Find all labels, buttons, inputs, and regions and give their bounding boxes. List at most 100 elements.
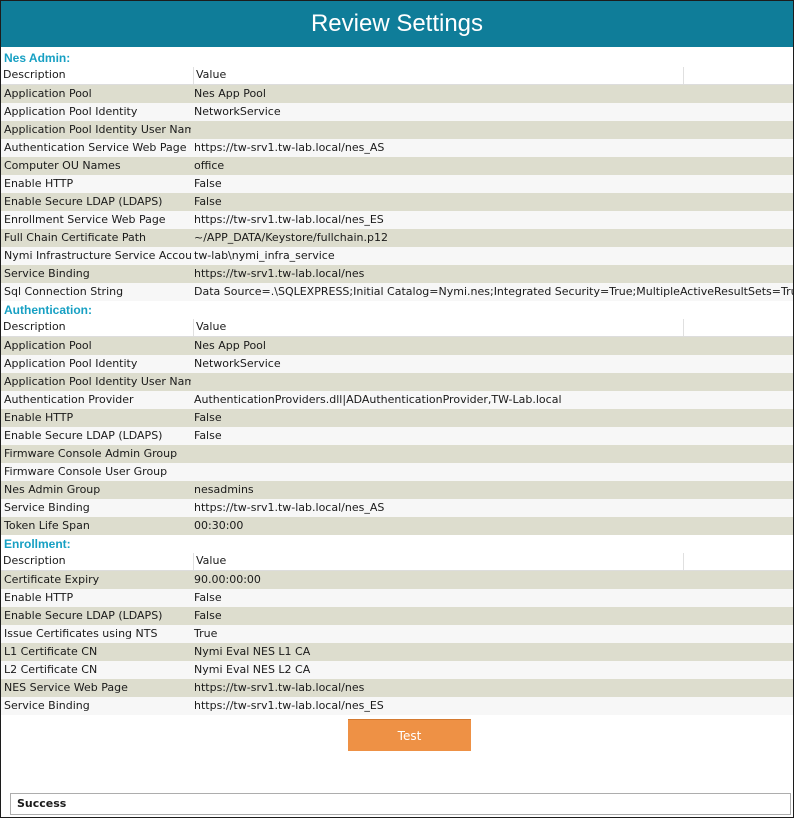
setting-description: Certificate Expiry	[4, 573, 100, 586]
setting-row[interactable]: Nymi Infrastructure Service Account tw-la…	[1, 247, 793, 265]
authentication-grid[interactable]: Description Value Application Pool Nes App …	[1, 319, 793, 535]
action-area: Test	[1, 715, 793, 759]
setting-description: Sql Connection String	[4, 285, 124, 298]
setting-description: Issue Certificates using NTS	[4, 627, 158, 640]
setting-row[interactable]: Application Pool Identity User Name	[1, 121, 793, 139]
enrollment-grid[interactable]: Description Value Certificate Expiry 90.00:…	[1, 553, 793, 715]
setting-row[interactable]: Application Pool Identity NetworkService	[1, 103, 793, 121]
setting-description: Application Pool Identity User Name	[4, 375, 191, 388]
setting-row[interactable]: Authentication Service Web Page https://t…	[1, 139, 793, 157]
setting-description: Application Pool Identity	[4, 105, 138, 118]
enrollment-section-title: Enrollment:	[4, 537, 71, 551]
setting-description: Service Binding	[4, 267, 90, 280]
setting-value: NetworkService	[194, 105, 281, 118]
setting-description: Nes Admin Group	[4, 483, 101, 496]
setting-description: Firmware Console Admin Group	[4, 447, 178, 460]
setting-row[interactable]: Service Binding https://tw-srv1.tw-lab.lo…	[1, 499, 793, 517]
setting-value: False	[194, 177, 222, 190]
setting-row[interactable]: Application Pool Identity User Name	[1, 373, 793, 391]
setting-row[interactable]: Certificate Expiry 90.00:00:00	[1, 571, 793, 589]
setting-row[interactable]: NES Service Web Page https://tw-srv1.tw-l…	[1, 679, 793, 697]
setting-row[interactable]: Authentication Provider AuthenticationPro…	[1, 391, 793, 409]
setting-row[interactable]: Firmware Console Admin Group	[1, 445, 793, 463]
setting-description: Enable Secure LDAP (LDAPS)	[4, 195, 163, 208]
authentication-section-title: Authentication:	[4, 303, 92, 317]
setting-row[interactable]: Token Life Span 00:30:00	[1, 517, 793, 535]
setting-description: Authentication Service Web Page	[4, 141, 187, 154]
setting-row[interactable]: Enrollment Service Web Page https://tw-sr…	[1, 211, 793, 229]
setting-value: False	[194, 609, 222, 622]
column-header-value[interactable]: Value	[193, 553, 683, 570]
setting-description: Authentication Provider	[4, 393, 134, 406]
setting-row[interactable]: L1 Certificate CN Nymi Eval NES L1 CA	[1, 643, 793, 661]
setting-description: Enable Secure LDAP (LDAPS)	[4, 429, 163, 442]
grid-header: Description Value	[1, 67, 793, 85]
setting-description: Enable HTTP	[4, 411, 74, 424]
setting-row[interactable]: Computer OU Names office	[1, 157, 793, 175]
column-header-value[interactable]: Value	[193, 67, 683, 84]
setting-value: office	[194, 159, 225, 172]
setting-description: Computer OU Names	[4, 159, 121, 172]
setting-row[interactable]: L2 Certificate CN Nymi Eval NES L2 CA	[1, 661, 793, 679]
setting-row[interactable]: Enable HTTP False	[1, 409, 793, 427]
authentication-section: Authentication: Description Value Applicati…	[1, 301, 793, 535]
setting-row[interactable]: Enable Secure LDAP (LDAPS) False	[1, 607, 793, 625]
setting-row[interactable]: Application Pool Identity NetworkService	[1, 355, 793, 373]
setting-value: 90.00:00:00	[194, 573, 261, 586]
grid-header: Description Value	[1, 319, 793, 337]
enrollment-section: Enrollment: Description Value Certificate E…	[1, 535, 793, 715]
setting-row[interactable]: Nes Admin Group nesadmins	[1, 481, 793, 499]
column-header-filler	[683, 67, 793, 84]
setting-description: Enrollment Service Web Page	[4, 213, 166, 226]
setting-value: Nymi Eval NES L1 CA	[194, 645, 311, 658]
setting-description: NES Service Web Page	[4, 681, 128, 694]
setting-value	[191, 463, 793, 481]
setting-description: Enable Secure LDAP (LDAPS)	[4, 609, 163, 622]
setting-row[interactable]: Issue Certificates using NTS True	[1, 625, 793, 643]
setting-description: Enable HTTP	[4, 177, 74, 190]
test-button[interactable]: Test	[348, 719, 471, 751]
column-header-description[interactable]: Description	[1, 553, 193, 570]
setting-description: Firmware Console User Group	[4, 465, 168, 478]
setting-description: Service Binding	[4, 699, 90, 712]
setting-value: https://tw-srv1.tw-lab.local/nes_AS	[194, 501, 385, 514]
status-box: Success	[10, 793, 791, 815]
setting-description: L2 Certificate CN	[4, 663, 98, 676]
settings-content: Nes Admin: Description Value Application Po…	[1, 49, 793, 759]
setting-description: Application Pool	[4, 339, 92, 352]
nes-admin-grid[interactable]: Description Value Application Pool Nes App …	[1, 67, 793, 301]
setting-row[interactable]: Sql Connection String Data Source=.\SQLEX…	[1, 283, 793, 301]
setting-row[interactable]: Application Pool Nes App Pool	[1, 85, 793, 103]
setting-row[interactable]: Enable HTTP False	[1, 589, 793, 607]
setting-row[interactable]: Full Chain Certificate Path ~/APP_DATA/Ke…	[1, 229, 793, 247]
setting-row[interactable]: Enable Secure LDAP (LDAPS) False	[1, 193, 793, 211]
setting-description: Token Life Span	[4, 519, 90, 532]
setting-description: Nymi Infrastructure Service Account	[4, 249, 191, 262]
setting-description: Application Pool Identity	[4, 357, 138, 370]
setting-value: False	[194, 429, 222, 442]
setting-value: NetworkService	[194, 357, 281, 370]
setting-row[interactable]: Firmware Console User Group	[1, 463, 793, 481]
column-header-description[interactable]: Description	[1, 67, 193, 84]
setting-value: AuthenticationProviders.dll|ADAuthentica…	[194, 393, 562, 406]
setting-value: https://tw-srv1.tw-lab.local/nes_ES	[194, 213, 384, 226]
column-header-value[interactable]: Value	[193, 319, 683, 336]
setting-description: Enable HTTP	[4, 591, 74, 604]
setting-value	[191, 445, 793, 463]
setting-row[interactable]: Application Pool Nes App Pool	[1, 337, 793, 355]
setting-row[interactable]: Enable Secure LDAP (LDAPS) False	[1, 427, 793, 445]
setting-value: https://tw-srv1.tw-lab.local/nes	[194, 267, 365, 280]
setting-description: Full Chain Certificate Path	[4, 231, 147, 244]
setting-row[interactable]: Service Binding https://tw-srv1.tw-lab.lo…	[1, 697, 793, 715]
setting-value: False	[194, 195, 222, 208]
setting-row[interactable]: Enable HTTP False	[1, 175, 793, 193]
review-settings-window: Review Settings Nes Admin: Description Val…	[0, 0, 794, 818]
setting-value: nesadmins	[194, 483, 254, 496]
setting-value: https://tw-srv1.tw-lab.local/nes_ES	[194, 699, 384, 712]
setting-row[interactable]: Service Binding https://tw-srv1.tw-lab.lo…	[1, 265, 793, 283]
setting-value	[191, 121, 793, 139]
window-title: Review Settings	[1, 1, 793, 47]
setting-value: False	[194, 591, 222, 604]
column-header-description[interactable]: Description	[1, 319, 193, 336]
setting-value: https://tw-srv1.tw-lab.local/nes	[194, 681, 365, 694]
